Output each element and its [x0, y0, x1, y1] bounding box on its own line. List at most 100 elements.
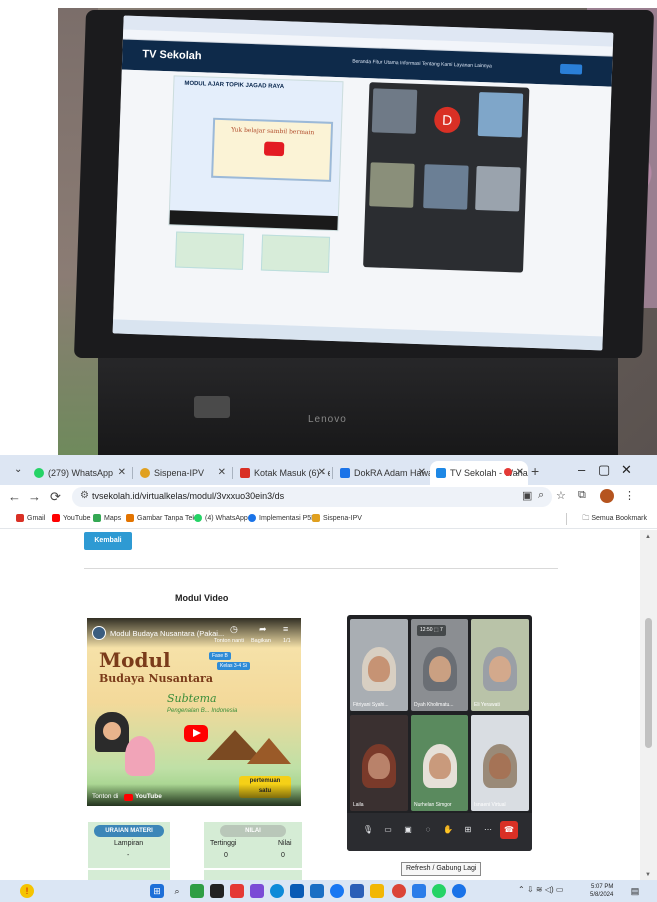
participant-tile[interactable]: Laila [350, 715, 408, 811]
close-tab-icon[interactable]: ✕ [218, 467, 226, 478]
mail-icon[interactable] [310, 884, 324, 898]
pinwheel-icon [126, 514, 134, 522]
edge-icon[interactable] [270, 884, 284, 898]
media-app-icon[interactable] [230, 884, 244, 898]
video-title[interactable]: Modul Budaya Nusantara (Pakai... [110, 629, 224, 638]
screen-content: MODUL AJAR TOPIK JAGAD RAYA Yuk belajar … [113, 69, 612, 337]
zoom-icon[interactable]: ⌕ [538, 489, 544, 502]
forward-arrow-icon[interactable]: → [28, 489, 41, 504]
address-bar-row: ← → ⟳ ⚙ tvsekolah.id/virtualkelas/modul/… [0, 485, 657, 509]
participant-name: Fitriyani Syahi... [353, 702, 389, 708]
maximize-button[interactable]: ▢ [598, 462, 610, 478]
bookmark-star-icon[interactable]: ☆ [556, 489, 566, 502]
bookmark-sispena[interactable]: Sispena-IPV [312, 514, 362, 522]
clock-icon[interactable]: ◷ [230, 624, 238, 635]
clock[interactable]: 5:07 PM 5/8/2024 [590, 883, 613, 899]
notification-icon[interactable]: ! [20, 884, 34, 898]
url-text[interactable]: tvsekolah.id/virtualkelas/modul/3vxxuo30… [92, 491, 284, 501]
omnibox[interactable]: ⚙ tvsekolah.id/virtualkelas/modul/3vxxuo… [72, 487, 552, 507]
system-tray[interactable]: ⌃ ⇩ ≋ ◁) ▭ [518, 885, 563, 894]
playlist-icon[interactable]: ≡ [283, 624, 288, 634]
store-icon[interactable] [290, 884, 304, 898]
youtube-wordmark[interactable]: YouTube [135, 793, 162, 800]
more-options-icon[interactable]: ⋯ [481, 823, 495, 837]
youtube-icon[interactable] [124, 794, 133, 801]
notification-center-icon[interactable]: ▤ [628, 884, 642, 898]
close-tab-icon[interactable]: ✕ [418, 467, 426, 478]
bookmark-implementasi[interactable]: Implementasi P5P [248, 514, 316, 522]
word-icon[interactable] [350, 884, 364, 898]
tab-google-drive[interactable]: DokRA Adam Hawa 1 - G ✕ [334, 461, 430, 485]
section-title: Modul Video [175, 593, 229, 603]
participant-tile[interactable]: Isnaeni Virtual [471, 715, 529, 811]
profile-avatar[interactable] [600, 489, 614, 503]
facebook-icon[interactable] [330, 884, 344, 898]
bookmark-maps[interactable]: Maps [93, 514, 121, 522]
battery-icon[interactable]: ▭ [556, 885, 564, 894]
play-button-icon[interactable] [184, 725, 208, 742]
screen-meet-tile [475, 165, 521, 212]
menu-kebab-icon[interactable]: ⋮ [624, 489, 635, 502]
bookmark-gmail[interactable]: Gmail [16, 514, 45, 522]
scrollbar-thumb[interactable] [645, 618, 652, 748]
tab-whatsapp[interactable]: (279) WhatsApp ✕ [28, 461, 130, 485]
all-bookmarks-folder[interactable]: 🗀 Semua Bookmark [582, 514, 647, 525]
tab-gmail[interactable]: Kotak Masuk (6) - eistpu ✕ [234, 461, 330, 485]
start-menu-icon[interactable]: ⊞ [150, 884, 164, 898]
scroll-up-arrow-icon[interactable]: ▲ [645, 534, 651, 540]
participant-tile[interactable]: Eli Yerawati [471, 619, 529, 711]
cast-icon[interactable]: ▣ [522, 489, 532, 502]
site-info-icon[interactable]: ⚙ [80, 490, 89, 501]
screen-play-icon [263, 141, 285, 157]
camera-icon[interactable]: ▭ [381, 823, 395, 837]
tab-search-chevron-icon[interactable]: ⌄ [14, 464, 22, 475]
close-window-button[interactable]: ✕ [621, 462, 632, 478]
close-tab-icon[interactable]: ✕ [118, 467, 126, 478]
raise-hand-icon[interactable]: ✋ [441, 823, 455, 837]
bookmark-gambar[interactable]: Gambar Tanpa Teks [126, 514, 199, 522]
participant-tile[interactable]: Fitriyani Syahi... [350, 619, 408, 711]
youtube-video-embed[interactable]: Modul Budaya Nusantara (Pakai... ◷ Tonto… [87, 618, 301, 806]
end-call-icon[interactable]: ☎ [500, 821, 518, 839]
chat-icon[interactable]: ◌ [421, 823, 435, 837]
close-tab-icon[interactable]: ✕ [516, 467, 524, 478]
minimize-button[interactable]: – [578, 462, 585, 477]
whatsapp-icon[interactable] [432, 884, 446, 898]
present-screen-icon[interactable]: ▣ [401, 823, 415, 837]
nilai-value: 0 [281, 852, 285, 859]
volume-icon[interactable]: ◁) [545, 885, 554, 894]
widgets-icon[interactable] [190, 884, 204, 898]
tab-sispena[interactable]: Sispena-IPV ✕ [134, 461, 230, 485]
watch-later-label[interactable]: Tonton nanti [214, 638, 244, 644]
task-view-icon[interactable] [210, 884, 224, 898]
grid-view-icon[interactable]: ⊞ [461, 823, 475, 837]
share-label[interactable]: Bagikan [251, 638, 271, 644]
page-scrollbar[interactable]: ▲ ▼ [640, 530, 657, 880]
app-icon[interactable] [412, 884, 426, 898]
bookmark-whatsapp[interactable]: (4) WhatsApp [194, 514, 248, 522]
scroll-down-arrow-icon[interactable]: ▼ [645, 872, 651, 878]
chevron-up-icon[interactable]: ⌃ [518, 885, 525, 894]
file-explorer-icon[interactable] [370, 884, 384, 898]
share-icon[interactable]: ➦ [259, 624, 267, 635]
channel-avatar[interactable] [92, 626, 106, 640]
microphone-off-icon[interactable]: 🎙 [361, 823, 375, 837]
new-tab-button[interactable]: + [531, 463, 539, 479]
participant-tile[interactable]: Nurhelan Simgor [411, 715, 468, 811]
tv-sekolah-icon [436, 468, 446, 478]
bookmark-youtube[interactable]: YouTube [52, 514, 91, 522]
watch-on-label[interactable]: Tonton di [92, 793, 118, 800]
search-icon[interactable]: ⌕ [170, 884, 184, 898]
wifi-icon[interactable]: ≋ [536, 885, 543, 894]
back-arrow-icon[interactable]: ← [8, 489, 21, 504]
extensions-icon[interactable]: ⧉ [578, 489, 586, 502]
back-button[interactable]: Kembali [84, 532, 132, 550]
close-tab-icon[interactable]: ✕ [318, 467, 326, 478]
bookmark-label: Sispena-IPV [323, 514, 362, 522]
tab-tv-sekolah[interactable]: TV Sekolah - Wahana ✕ [430, 461, 528, 485]
reload-icon[interactable]: ⟳ [50, 489, 61, 505]
uraian-materi-button[interactable]: URAIAN MATERI [94, 825, 164, 837]
browser-app-icon[interactable] [452, 884, 466, 898]
teams-icon[interactable] [250, 884, 264, 898]
chrome-icon[interactable] [392, 884, 406, 898]
